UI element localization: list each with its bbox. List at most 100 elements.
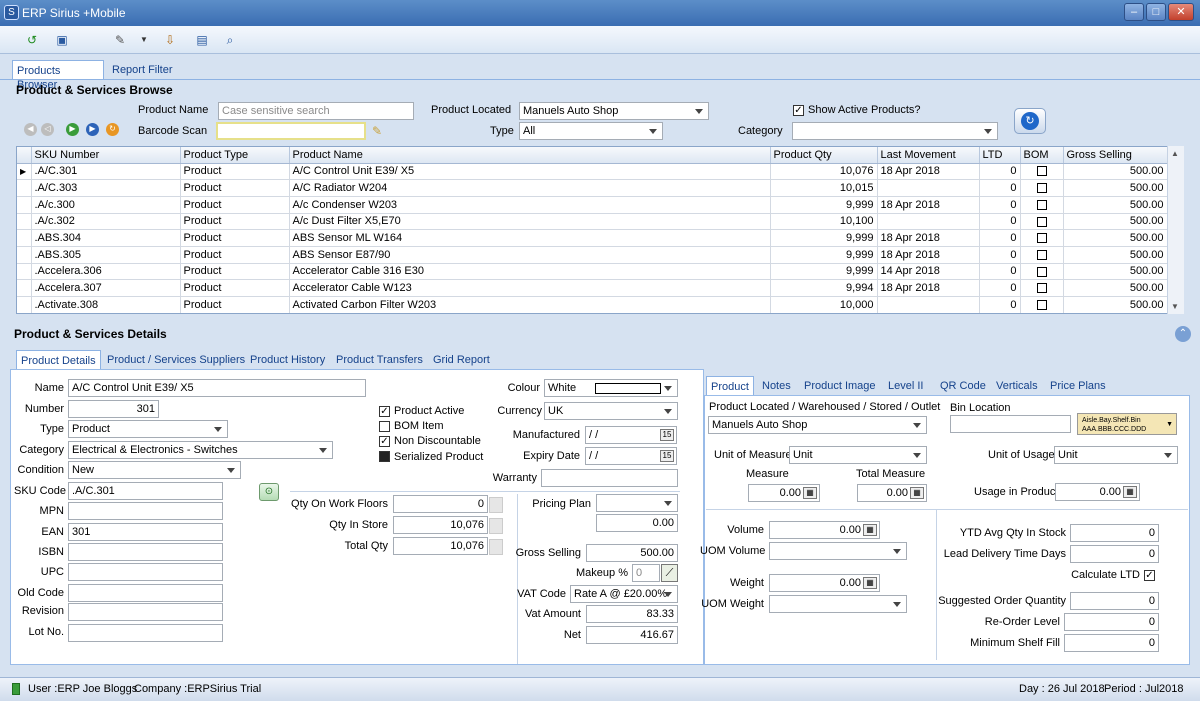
sku-number-cell[interactable]: .Activate.308 xyxy=(31,296,181,313)
tab-products-browser[interactable]: Products Browser xyxy=(12,60,104,91)
col-product-type[interactable]: Product Type xyxy=(180,147,290,164)
last-movement-cell[interactable]: 14 Apr 2018 xyxy=(877,263,980,281)
number-input[interactable]: 301 xyxy=(68,400,159,418)
product-type-cell[interactable]: Product xyxy=(180,279,290,297)
ltd-cell[interactable]: 0 xyxy=(979,263,1021,281)
product-qty-cell[interactable]: 9,999 xyxy=(770,263,878,281)
calculate-ltd-checkbox[interactable]: ✓ xyxy=(1144,570,1155,581)
calculator-icon[interactable]: ▦ xyxy=(863,577,877,589)
refresh-grid-icon[interactable]: ↻ xyxy=(106,123,119,136)
bom-checkbox[interactable] xyxy=(1036,233,1047,244)
bom-cell[interactable] xyxy=(1020,163,1064,181)
new-document-icon[interactable]: ▣ xyxy=(52,31,72,49)
last-movement-cell[interactable]: 18 Apr 2018 xyxy=(877,163,980,181)
barcode-scanner-icon[interactable]: ✎ xyxy=(372,124,382,138)
col-sku-number[interactable]: SKU Number xyxy=(31,147,181,164)
name-input[interactable]: A/C Control Unit E39/ X5 xyxy=(68,379,366,397)
next-record-icon[interactable]: ▶ xyxy=(66,123,79,136)
tab-grid-report[interactable]: Grid Report xyxy=(429,350,494,370)
total-qty-button[interactable] xyxy=(489,539,503,555)
product-name-cell[interactable]: Accelerator Cable W123 xyxy=(289,279,771,297)
minimize-button[interactable]: – xyxy=(1124,3,1144,21)
table-row[interactable]: .A/c.300 Product A/c Condenser W203 9,999 18… xyxy=(17,196,1168,214)
product-name-cell[interactable]: A/c Dust Filter X5,E70 xyxy=(289,213,771,231)
tab-notes[interactable]: Notes xyxy=(758,376,795,396)
product-qty-cell[interactable]: 10,076 xyxy=(770,163,878,181)
total-measure-input[interactable]: 0.00 ▦ xyxy=(857,484,927,502)
export-icon[interactable]: ⇩ xyxy=(160,31,180,49)
last-record-icon[interactable]: ▶ xyxy=(86,123,99,136)
total-qty-input[interactable]: 10,076 xyxy=(393,537,488,555)
product-name-cell[interactable]: Activated Carbon Filter W203 xyxy=(289,296,771,313)
grid-scrollbar[interactable]: ▲ ▼ xyxy=(1167,146,1184,314)
bom-checkbox[interactable] xyxy=(1036,266,1047,277)
product-type-cell[interactable]: Product xyxy=(180,196,290,214)
warranty-input[interactable] xyxy=(541,469,678,487)
gross-selling-cell[interactable]: 500.00 xyxy=(1063,229,1168,247)
calculator-icon[interactable]: ▦ xyxy=(863,524,877,536)
tab-product[interactable]: Product xyxy=(706,376,754,396)
table-row[interactable]: .A/C.303 Product A/C Radiator W204 10,015 0 5… xyxy=(17,179,1168,197)
currency-select[interactable]: UK xyxy=(544,402,678,420)
search-go-button[interactable]: ↻ xyxy=(1014,108,1046,134)
calculate-makeup-icon[interactable]: ⟋ xyxy=(661,564,678,582)
lot-no-input[interactable] xyxy=(68,624,223,642)
calendar-icon[interactable]: 15 xyxy=(660,429,674,441)
sku-number-cell[interactable]: .Accelera.306 xyxy=(31,263,181,281)
table-row[interactable]: .A/c.302 Product A/c Dust Filter X5,E70 10,… xyxy=(17,213,1168,231)
last-movement-cell[interactable]: 18 Apr 2018 xyxy=(877,246,980,264)
located-outlet-select[interactable]: Manuels Auto Shop xyxy=(708,416,927,434)
bom-cell[interactable] xyxy=(1020,213,1064,231)
bin-format-hint[interactable]: Aisle.Bay.Shelf.Bin AAA.BBB.CCC.DDD ▼ xyxy=(1077,413,1177,435)
bom-cell[interactable] xyxy=(1020,229,1064,247)
pricing-plan-amount[interactable]: 0.00 xyxy=(596,514,678,532)
gross-selling-cell[interactable]: 500.00 xyxy=(1063,196,1168,214)
product-type-cell[interactable]: Product xyxy=(180,179,290,197)
suggested-order-input[interactable]: 0 xyxy=(1070,592,1159,610)
weight-input[interactable]: 0.00 ▦ xyxy=(769,574,880,592)
scroll-up-icon[interactable]: ▲ xyxy=(1171,149,1179,158)
unit-of-measure-select[interactable]: Unit xyxy=(789,446,927,464)
col-ltd[interactable]: LTD xyxy=(979,147,1021,164)
last-movement-cell[interactable] xyxy=(877,213,980,231)
bom-cell[interactable] xyxy=(1020,296,1064,313)
category-select[interactable] xyxy=(792,122,998,140)
type-detail-select[interactable]: Product xyxy=(68,420,228,438)
barcode-scan-input[interactable] xyxy=(216,122,366,140)
measure-input[interactable]: 0.00 ▦ xyxy=(748,484,820,502)
close-button[interactable]: ✕ xyxy=(1168,3,1194,21)
tab-product-history[interactable]: Product History xyxy=(246,350,329,370)
product-type-cell[interactable]: Product xyxy=(180,246,290,264)
revision-input[interactable] xyxy=(68,603,223,621)
pricing-plan-select[interactable] xyxy=(596,494,678,512)
condition-select[interactable]: New xyxy=(68,461,241,479)
bom-cell[interactable] xyxy=(1020,279,1064,297)
gross-selling-cell[interactable]: 500.00 xyxy=(1063,213,1168,231)
sku-number-cell[interactable]: .ABS.305 xyxy=(31,246,181,264)
bom-checkbox[interactable] xyxy=(1036,249,1047,260)
col-gross-selling[interactable]: Gross Selling xyxy=(1063,147,1168,164)
tab-product-details[interactable]: Product Details xyxy=(16,350,101,370)
table-row[interactable]: .Accelera.306 Product Accelerator Cable 31… xyxy=(17,263,1168,281)
wrench-icon[interactable]: ✎ xyxy=(110,31,130,49)
maximize-button[interactable]: □ xyxy=(1146,3,1166,21)
dropdown-icon[interactable]: ▼ xyxy=(134,31,154,49)
gross-selling-cell[interactable]: 500.00 xyxy=(1063,163,1168,181)
ltd-cell[interactable]: 0 xyxy=(979,179,1021,197)
gross-selling-cell[interactable]: 500.00 xyxy=(1063,246,1168,264)
ltd-cell[interactable]: 0 xyxy=(979,229,1021,247)
bom-item-checkbox[interactable] xyxy=(379,421,390,432)
search-icon[interactable]: ⌕ xyxy=(220,31,240,49)
previous-record-icon[interactable]: ◁ xyxy=(41,123,54,136)
unit-of-usage-select[interactable]: Unit xyxy=(1054,446,1178,464)
col-product-qty[interactable]: Product Qty xyxy=(770,147,878,164)
collapse-icon[interactable]: ⌃ xyxy=(1175,326,1191,342)
calculator-icon[interactable]: ▦ xyxy=(1123,486,1137,498)
expiry-date-input[interactable]: / / 15 xyxy=(585,447,677,465)
tab-product-suppliers[interactable]: Product / Services Suppliers xyxy=(103,350,249,370)
last-movement-cell[interactable] xyxy=(877,296,980,313)
category-detail-select[interactable]: Electrical & Electronics - Switches xyxy=(68,441,333,459)
product-qty-cell[interactable]: 9,999 xyxy=(770,229,878,247)
tab-verticals[interactable]: Verticals xyxy=(992,376,1042,396)
volume-input[interactable]: 0.00 ▦ xyxy=(769,521,880,539)
